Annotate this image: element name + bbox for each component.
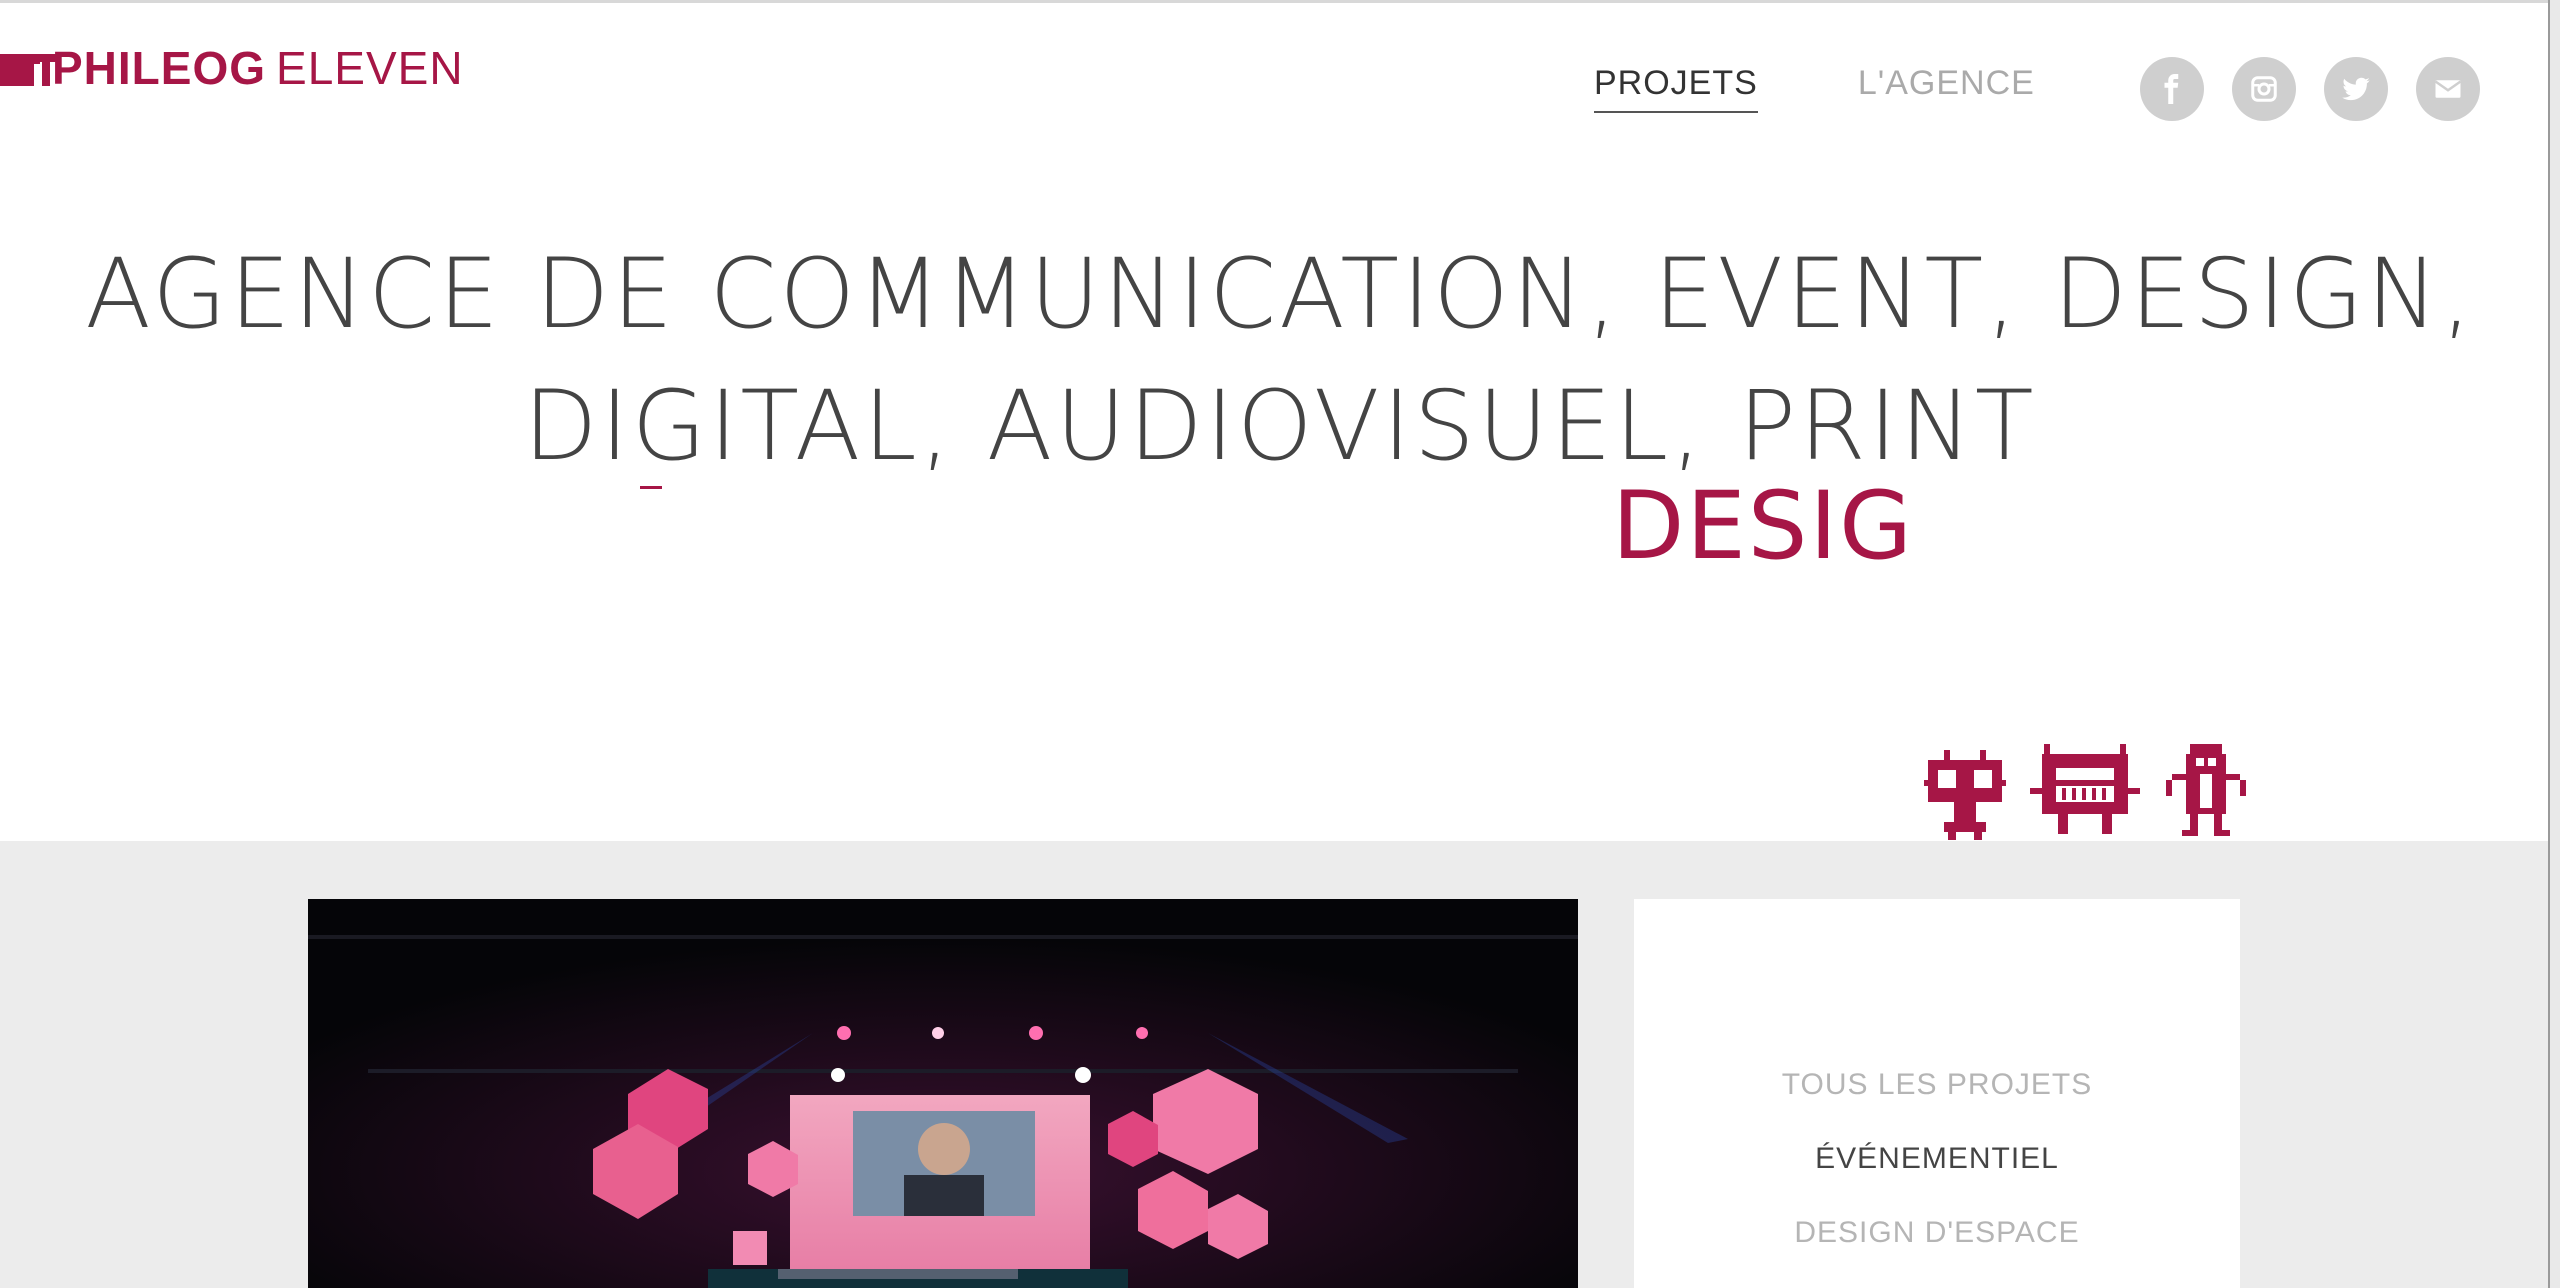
filter-evenementiel[interactable]: ÉVÉNEMENTIEL: [1634, 1139, 2240, 1213]
facebook-icon[interactable]: [2140, 57, 2204, 121]
filter-design-espace[interactable]: DESIGN D'ESPACE: [1634, 1213, 2240, 1287]
hero-line-1: AGENCE DE COMMUNICATION, EVENT, DESIGN,: [85, 238, 2475, 350]
hero-line-2: DIGITAL, AUDIOVISUEL, PRINT: [523, 370, 2037, 482]
main-nav: PROJETS L'AGENCE: [1594, 64, 2035, 113]
social-links: [2140, 57, 2480, 121]
window-scrollbar[interactable]: [2548, 0, 2560, 1288]
hero-headline: AGENCE DE COMMUNICATION, EVENT, DESIGN, …: [0, 228, 2560, 492]
window-top-edge: [0, 0, 2560, 3]
logo-name-bold: PHILEOG: [52, 42, 267, 94]
twitter-icon[interactable]: [2324, 57, 2388, 121]
robot-1-icon: [1924, 750, 2006, 844]
robot-mascots: [1924, 744, 2248, 844]
instagram-icon[interactable]: [2232, 57, 2296, 121]
rotator-cursor: [640, 486, 662, 489]
project-thumbnail[interactable]: [308, 899, 1578, 1288]
mail-icon[interactable]: [2416, 57, 2480, 121]
robot-2-icon: [2030, 744, 2140, 844]
hero-rotating-word: DESIGN: [1612, 472, 1914, 581]
filter-list: TOUS LES PROJETS ÉVÉNEMENTIEL DESIGN D'E…: [1634, 1065, 2240, 1287]
nav-item-projets[interactable]: PROJETS: [1594, 64, 1758, 113]
brand-logo[interactable]: PHILEOG ELEVEN: [0, 42, 464, 94]
logo-mark-icon: [0, 48, 58, 88]
filter-all-projects[interactable]: TOUS LES PROJETS: [1634, 1065, 2240, 1139]
logo-name-light: ELEVEN: [276, 42, 464, 94]
nav-item-agence[interactable]: L'AGENCE: [1858, 64, 2035, 113]
project-filter-panel: TOUS LES PROJETS ÉVÉNEMENTIEL DESIGN D'E…: [1634, 899, 2240, 1288]
robot-3-icon: [2164, 744, 2248, 844]
